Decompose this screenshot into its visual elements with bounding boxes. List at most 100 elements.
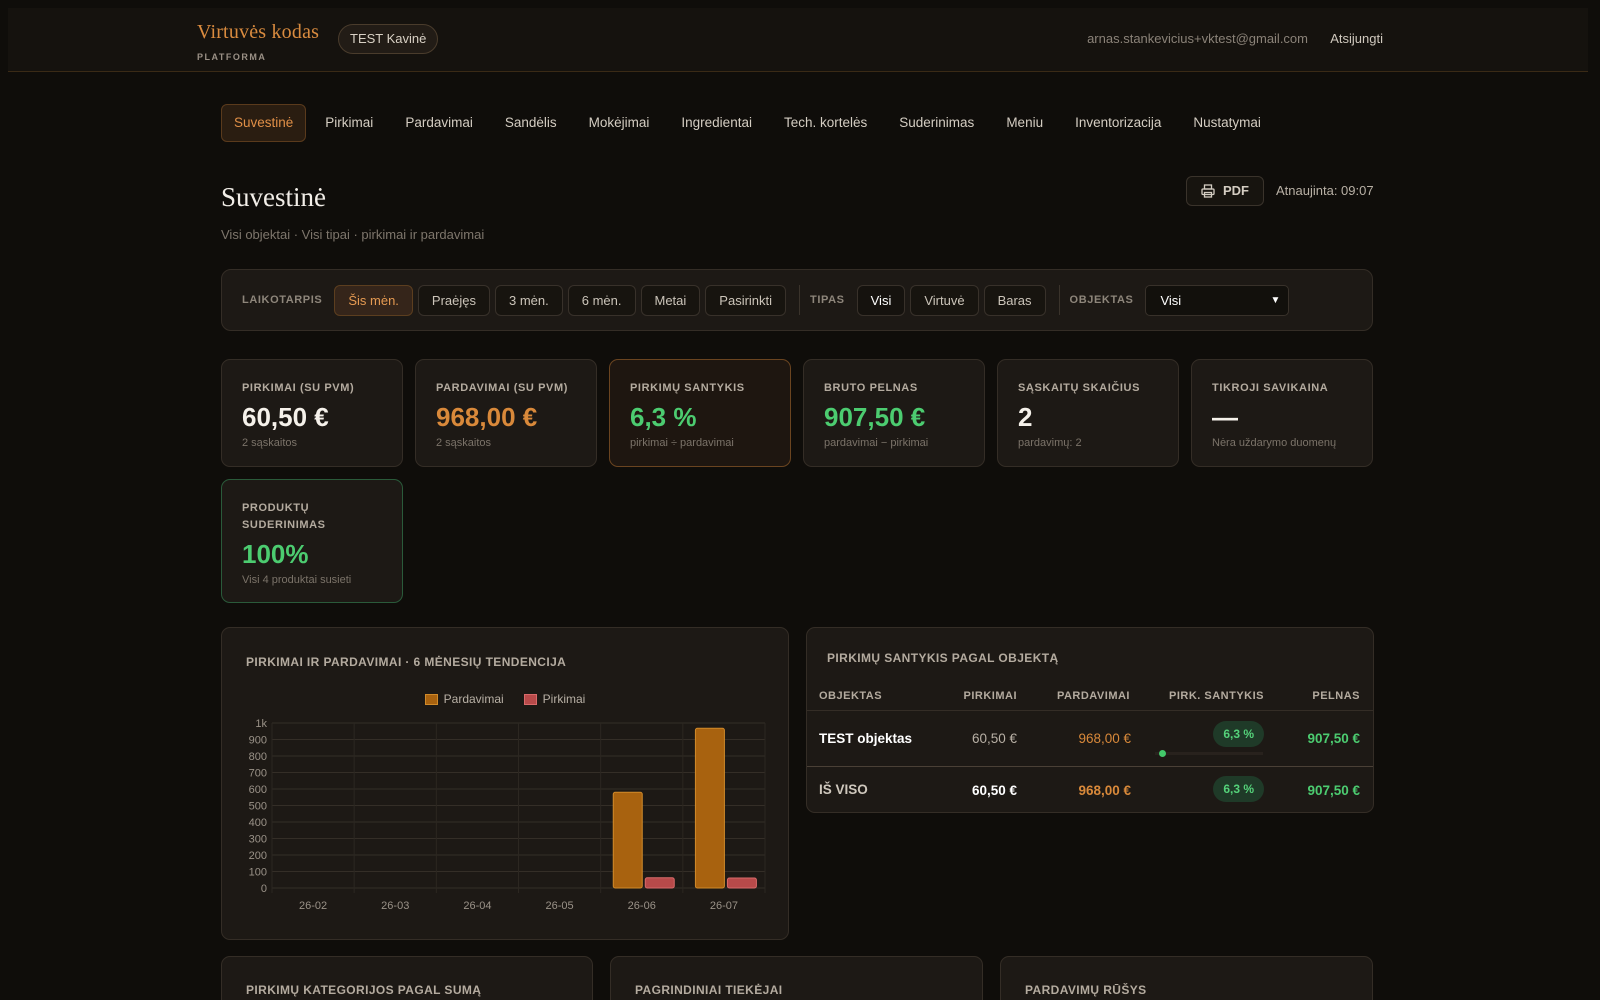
pdf-button-label: PDF	[1223, 183, 1249, 198]
period-custom[interactable]: Pasirinkti	[705, 284, 787, 316]
kpi-value: 968,00 €	[436, 402, 538, 432]
row-divider	[807, 766, 1373, 767]
row-purchases: 60,50 €	[971, 731, 1017, 746]
period-previous[interactable]: Praėjęs	[417, 284, 490, 316]
kpi-sub: 2 sąskaitos	[436, 437, 492, 449]
main-suppliers-panel: PAGRINDINIAI TIEKĖJAI	[610, 956, 983, 1000]
kpi-label: SĄSKAITŲ SKAIČIUS	[1018, 382, 1141, 394]
kpi-sub: 2 sąskaitos	[242, 437, 298, 449]
x-tick-label: 26-04	[463, 900, 491, 912]
panel-title: PIRKIMŲ KATEGORIJOS PAGAL SUMĄ	[246, 983, 482, 997]
top-bar: Virtuvės kodas PLATFORMA TEST Kavinė arn…	[8, 8, 1588, 72]
kpi-sales[interactable]: PARDAVIMAI (SU PVM) 968,00 € 2 sąskaitos	[415, 359, 597, 467]
ratio-progress-track	[1155, 752, 1263, 755]
total-purchases: 60,50 €	[971, 783, 1017, 798]
brand-subtitle: PLATFORMA	[197, 52, 267, 62]
x-tick-label: 26-07	[710, 900, 738, 912]
ratio-panel-title: PIRKIMŲ SANTYKIS PAGAL OBJEKTĄ	[827, 651, 1059, 665]
user-email: arnas.stankevicius+vktest@gmail.com	[1087, 31, 1308, 46]
x-tick-label: 26-02	[299, 900, 327, 912]
object-label: OBJEKTAS	[1069, 294, 1134, 306]
row-object-name: TEST objektas	[819, 731, 913, 746]
type-bar[interactable]: Baras	[983, 284, 1046, 316]
kpi-invoice-count[interactable]: SĄSKAITŲ SKAIČIUS 2 pardavimų: 2	[997, 359, 1179, 467]
pdf-export-button[interactable]: PDF	[1186, 176, 1264, 206]
kpi-label: PARDAVIMAI (SU PVM)	[436, 382, 568, 394]
x-tick-label: 26-03	[381, 900, 409, 912]
y-tick-label: 0	[261, 883, 267, 895]
purchase-categories-panel: PIRKIMŲ KATEGORIJOS PAGAL SUMĄ	[221, 956, 593, 1000]
bar-purchases-26-06[interactable]	[644, 877, 675, 889]
kpi-gross-profit[interactable]: BRUTO PELNAS 907,50 € pardavimai − pirki…	[803, 359, 985, 467]
nav-tab-4[interactable]: Mokėjimai	[576, 104, 663, 142]
kpi-label: PRODUKTŲ SUDERINIMAS	[242, 502, 326, 531]
column-header-sales: PARDAVIMAI	[1056, 690, 1130, 702]
nav-tab-8[interactable]: Meniu	[993, 104, 1056, 142]
total-ratio-badge: 6,3 %	[1213, 776, 1264, 802]
filter-bar: LAIKOTARPIS Šis mėn. Praėjęs 3 mėn. 6 mė…	[221, 269, 1373, 331]
brand-name: Virtuvės kodas	[197, 21, 320, 43]
nav-tab-9[interactable]: Inventorizacija	[1062, 104, 1174, 142]
kpi-label: BRUTO PELNAS	[824, 382, 918, 394]
type-kitchen[interactable]: Virtuvė	[910, 284, 979, 316]
sales-types-panel: PARDAVIMŲ RŪŠYS	[1000, 956, 1373, 1000]
object-select[interactable]: Visi ▼	[1145, 284, 1290, 316]
kpi-sub: pardavimai − pirkimai	[824, 437, 929, 449]
bar-sales-26-06[interactable]	[612, 791, 643, 889]
organization-badge[interactable]: TEST Kavinė	[338, 24, 439, 54]
period-3-months[interactable]: 3 mėn.	[495, 284, 563, 316]
total-profit: 907,50 €	[1307, 783, 1360, 798]
kpi-value: 60,50 €	[242, 402, 329, 432]
nav-tab-0[interactable]: Suvestinė	[221, 104, 307, 142]
x-tick-label: 26-06	[628, 900, 656, 912]
y-tick-label: 200	[249, 850, 267, 862]
kpi-product-matching[interactable]: PRODUKTŲ SUDERINIMAS 100% Visi 4 produkt…	[221, 479, 403, 603]
y-tick-label: 600	[249, 784, 267, 796]
kpi-actual-cost[interactable]: TIKROJI SAVIKAINA — Nėra uždarymo duomen…	[1191, 359, 1373, 467]
panel-title: PAGRINDINIAI TIEKĖJAI	[635, 983, 783, 997]
y-tick-label: 900	[249, 735, 267, 747]
period-year[interactable]: Metai	[640, 284, 701, 316]
nav-tab-7[interactable]: Suderinimas	[886, 104, 987, 142]
y-tick-label: 100	[249, 867, 267, 879]
y-tick-label: 500	[249, 801, 267, 813]
y-tick-label: 1k	[255, 718, 267, 730]
filter-divider	[799, 285, 801, 315]
nav-tab-6[interactable]: Tech. kortelės	[771, 104, 880, 142]
updated-time: Atnaujinta: 09:07	[1276, 183, 1374, 198]
kpi-purchases[interactable]: PIRKIMAI (SU PVM) 60,50 € 2 sąskaitos	[221, 359, 403, 467]
logout-link[interactable]: Atsijungti	[1330, 31, 1383, 46]
row-ratio-badge: 6,3 %	[1213, 721, 1264, 747]
column-header-profit: PELNAS	[1312, 690, 1360, 702]
kpi-value: 6,3 %	[630, 402, 697, 432]
period-label: LAIKOTARPIS	[242, 294, 323, 306]
period-6-months[interactable]: 6 mėn.	[567, 284, 636, 316]
type-label: TIPAS	[810, 294, 845, 306]
page-subtitle: Visi objektai · Visi tipai · pirkimai ir…	[221, 227, 485, 242]
kpi-value: 2	[1018, 402, 1033, 432]
type-all[interactable]: Visi	[856, 284, 906, 316]
kpi-value: 907,50 €	[824, 402, 926, 432]
y-tick-label: 700	[249, 768, 267, 780]
row-divider	[807, 710, 1373, 711]
column-header-ratio: PIRK. SANTYKIS	[1168, 690, 1264, 702]
object-select-value: Visi	[1160, 292, 1182, 308]
nav-tab-10[interactable]: Nustatymai	[1180, 104, 1274, 142]
kpi-label: PIRKIMŲ SANTYKIS	[630, 382, 745, 394]
nav-tab-1[interactable]: Pirkimai	[312, 104, 386, 142]
row-sales: 968,00 €	[1078, 731, 1131, 746]
period-this-month[interactable]: Šis mėn.	[334, 284, 413, 316]
bar-sales-26-07[interactable]	[694, 727, 725, 889]
column-header-object: OBJEKTAS	[819, 690, 883, 702]
kpi-sub: Nėra uždarymo duomenų	[1212, 437, 1337, 449]
bar-purchases-26-07[interactable]	[726, 877, 757, 889]
nav-tab-3[interactable]: Sandėlis	[492, 104, 570, 142]
brand[interactable]: Virtuvės kodas PLATFORMA	[197, 21, 319, 62]
ratio-by-object-panel: PIRKIMŲ SANTYKIS PAGAL OBJEKTĄ OBJEKTAS …	[806, 627, 1374, 813]
nav-tab-2[interactable]: Pardavimai	[392, 104, 486, 142]
kpi-purchase-ratio[interactable]: PIRKIMŲ SANTYKIS 6,3 % pirkimai ÷ pardav…	[609, 359, 791, 467]
nav-tab-5[interactable]: Ingredientai	[668, 104, 765, 142]
kpi-label: TIKROJI SAVIKAINA	[1212, 382, 1329, 394]
kpi-label: PIRKIMAI (SU PVM)	[242, 382, 355, 394]
y-tick-label: 300	[249, 834, 267, 846]
